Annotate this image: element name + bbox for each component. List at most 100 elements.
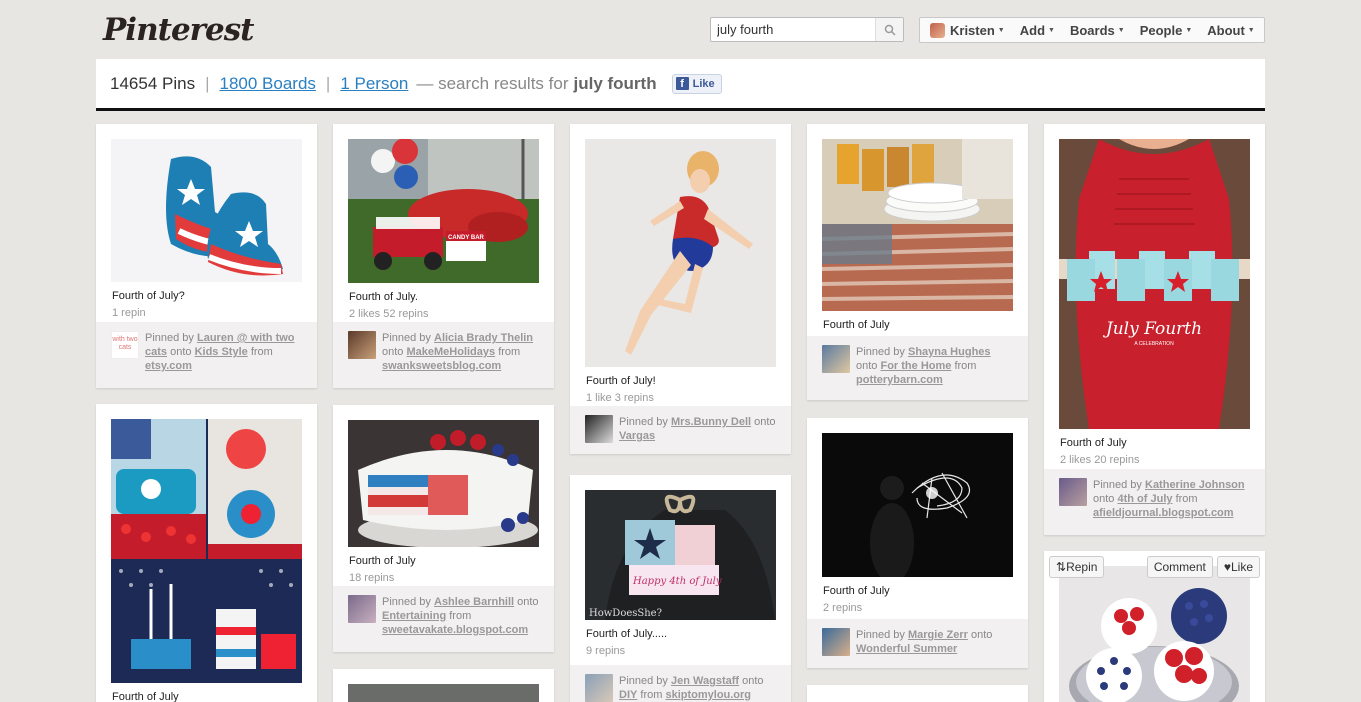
july-fourth-script: July Fourth xyxy=(1103,319,1202,339)
pinner-link[interactable]: Jen Wagstaff xyxy=(671,675,739,687)
pin-image-cake xyxy=(358,430,538,547)
nav-user-label: Kristen xyxy=(950,22,995,38)
heart-icon: ♥ xyxy=(1223,560,1231,574)
pin-image[interactable] xyxy=(111,139,302,282)
pin-image-table xyxy=(822,139,1013,311)
pin-image[interactable]: CANDY BAR xyxy=(348,139,539,283)
pin-image-pinup xyxy=(625,151,753,355)
pinner-link[interactable]: Mrs.Bunny Dell xyxy=(671,416,751,428)
pin-card[interactable]: Fourth of July 18 repins Pinned by Ashle… xyxy=(333,405,554,652)
pinner-link[interactable]: Alicia Brady Thelin xyxy=(434,332,533,344)
nav-boards-label: Boards xyxy=(1069,22,1115,38)
happy-4th-text: Happy 4th of July xyxy=(632,576,722,587)
like-button[interactable]: ♥Like xyxy=(1216,556,1260,578)
pin-stats: 2 repins xyxy=(823,602,863,614)
pin-image[interactable] xyxy=(348,420,539,547)
pinner-link[interactable]: Ashlee Barnhill xyxy=(434,596,514,608)
source-link[interactable]: etsy.com xyxy=(145,360,192,372)
pinner-avatar[interactable] xyxy=(822,628,850,656)
search-input[interactable] xyxy=(711,18,873,41)
pinner-avatar[interactable]: with two cats xyxy=(111,331,139,359)
pin-description: Fourth of July? xyxy=(112,290,185,302)
board-link[interactable]: MakeMeHolidays xyxy=(406,346,495,358)
pin-stats: 18 repins xyxy=(349,572,395,584)
pinner-link[interactable]: Shayna Hughes xyxy=(908,346,991,358)
pinner-avatar[interactable] xyxy=(585,674,613,702)
pin-attribution: Pinned by Mrs.Bunny Dell onto Vargas xyxy=(570,406,791,454)
board-link[interactable]: Wonderful Summer xyxy=(856,643,957,655)
nav-boards[interactable]: Boards ▼ xyxy=(1070,23,1125,38)
attribution-text: Pinned by Jen Wagstaff onto DIY from ski… xyxy=(619,675,764,701)
boards-link[interactable]: 1800 Boards xyxy=(220,74,316,94)
nav-add-label: Add xyxy=(1019,22,1046,38)
pin-card[interactable] xyxy=(333,669,554,702)
search-icon xyxy=(884,24,896,36)
pinner-link[interactable]: Margie Zerr xyxy=(908,629,968,641)
pin-card[interactable]: Fourth of July 2 repins Pinned by Margie… xyxy=(807,418,1028,668)
pinner-link[interactable]: Katherine Johnson xyxy=(1145,479,1245,491)
pinterest-logo[interactable]: Pinterest xyxy=(103,12,254,48)
board-link[interactable]: 4th of July xyxy=(1117,493,1172,505)
comment-button[interactable]: Comment xyxy=(1146,556,1213,578)
board-link[interactable]: Kids Style xyxy=(195,346,248,358)
board-link[interactable]: Vargas xyxy=(619,430,655,442)
source-link[interactable]: afieldjournal.blogspot.com xyxy=(1093,507,1234,519)
pin-card[interactable]: Fourth of July Pinned by Shayna Hughes o… xyxy=(807,124,1028,400)
pinner-avatar[interactable] xyxy=(348,595,376,623)
nav-user-menu[interactable]: Kristen ▼ xyxy=(930,22,1005,38)
pinner-avatar[interactable] xyxy=(585,415,613,443)
pin-card[interactable]: Fourth of July? 1 repin with two cats Pi… xyxy=(96,124,317,388)
facebook-like-button[interactable]: f Like xyxy=(671,73,722,94)
pin-card[interactable]: Fourth of July! 1 like 3 repins Pinned b… xyxy=(570,124,791,454)
pin-image-red-dress: July Fourth A CELEBRATION xyxy=(1059,139,1250,429)
source-link[interactable]: skiptomylou.org xyxy=(665,689,751,701)
chevron-down-icon: ▼ xyxy=(1247,26,1255,34)
pinner-avatar[interactable] xyxy=(348,331,376,359)
pin-image[interactable] xyxy=(822,433,1013,577)
pin-card[interactable]: July Fourth A CELEBRATION Fourth of July… xyxy=(1044,124,1265,535)
chevron-down-icon: ▼ xyxy=(997,26,1005,34)
search-button[interactable] xyxy=(875,18,903,41)
pinner-avatar[interactable] xyxy=(1059,478,1087,506)
pin-hover-actions: ⇅Repin Comment ♥Like xyxy=(1049,556,1260,578)
source-link[interactable]: swanksweetsblog.com xyxy=(382,360,501,372)
user-avatar xyxy=(930,22,945,38)
pin-card[interactable]: Fourth of July xyxy=(96,404,317,702)
pin-image[interactable]: July Fourth A CELEBRATION xyxy=(1059,139,1250,429)
board-link[interactable]: For the Home xyxy=(880,360,951,372)
results-text: — search results for xyxy=(416,73,569,93)
search-results-bar: 14654 Pins | 1800 Boards | 1 Person — se… xyxy=(96,59,1265,111)
pin-attribution: Pinned by Jen Wagstaff onto DIY from ski… xyxy=(570,665,791,702)
chevron-down-icon: ▼ xyxy=(1048,26,1055,34)
pin-attribution: Pinned by Ashlee Barnhill onto Entertain… xyxy=(333,586,554,652)
pin-stats: 2 likes 52 repins xyxy=(349,308,429,320)
nav-about-label: About xyxy=(1207,22,1245,38)
pin-attribution: Pinned by Katherine Johnson onto 4th of … xyxy=(1044,469,1265,535)
pin-image[interactable] xyxy=(585,139,776,367)
pin-card[interactable] xyxy=(807,685,1028,702)
pinner-avatar[interactable] xyxy=(822,345,850,373)
nav-about[interactable]: About ▼ xyxy=(1207,23,1254,38)
board-link[interactable]: Entertaining xyxy=(382,610,446,622)
nav-people[interactable]: People ▼ xyxy=(1140,23,1193,38)
pin-card[interactable]: CANDY BAR Fourth of July. 2 likes 52 rep… xyxy=(333,124,554,388)
pin-description: Fourth of July. xyxy=(349,291,418,303)
pin-card[interactable]: Happy 4th of July HowDoesShe? Fourth of … xyxy=(570,475,791,702)
pin-card[interactable]: ⇅Repin Comment ♥Like xyxy=(1044,551,1265,702)
board-link[interactable]: DIY xyxy=(619,689,637,701)
pin-image[interactable] xyxy=(348,684,539,702)
nav-add[interactable]: Add ▼ xyxy=(1020,23,1055,38)
person-link[interactable]: 1 Person xyxy=(340,74,408,94)
pin-description: Fourth of July xyxy=(349,555,416,567)
pin-image[interactable] xyxy=(822,139,1013,311)
pin-description: Fourth of July..... xyxy=(586,628,668,640)
pin-stats: 9 repins xyxy=(586,645,626,657)
source-link[interactable]: sweetavakate.blogspot.com xyxy=(382,624,528,636)
pin-description: Fourth of July! xyxy=(586,375,656,387)
pin-image[interactable] xyxy=(1059,566,1250,702)
pin-stats: 2 likes 20 repins xyxy=(1060,454,1140,466)
pin-image[interactable]: Happy 4th of July HowDoesShe? xyxy=(585,490,776,620)
pin-image[interactable] xyxy=(111,419,302,683)
source-link[interactable]: potterybarn.com xyxy=(856,374,943,386)
repin-button[interactable]: ⇅Repin xyxy=(1049,556,1105,578)
